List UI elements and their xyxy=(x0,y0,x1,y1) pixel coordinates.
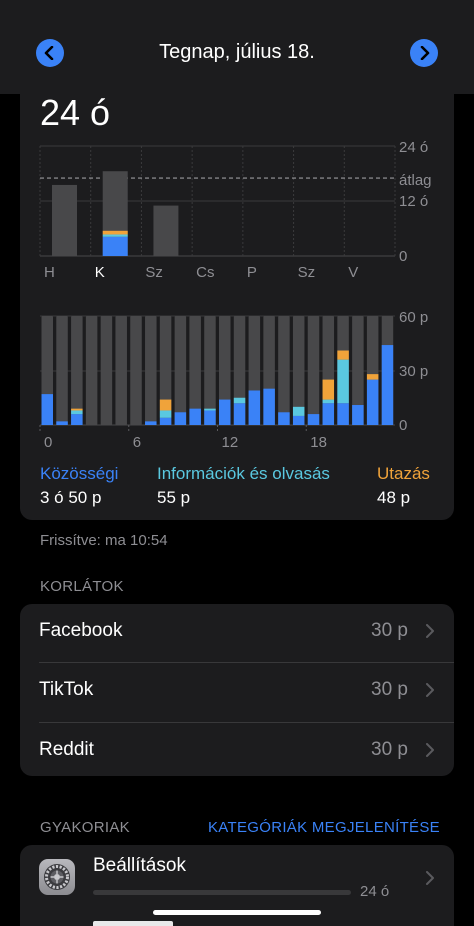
hour-bar-segment xyxy=(322,403,335,425)
hour-bar-segment xyxy=(322,399,335,404)
hour-bar-segment xyxy=(292,415,305,425)
chevron-right-icon xyxy=(426,683,434,697)
legend-social-label: Közösségi xyxy=(40,464,119,483)
hour-bar-segment xyxy=(204,410,216,425)
hour-bar-segment xyxy=(219,399,231,425)
limit-row-reddit[interactable]: Reddit 30 p xyxy=(20,722,454,781)
hour-bar-segment xyxy=(352,405,364,425)
hour-bar-background xyxy=(115,316,127,425)
chevron-right-icon xyxy=(426,743,434,757)
limits-section-title: KORLÁTOK xyxy=(40,578,124,595)
hour-bar-segment xyxy=(366,374,379,380)
hour-tick-label: 0 xyxy=(44,434,52,451)
hour-bar-segment xyxy=(159,399,172,411)
frequent-app-name: Beállítások xyxy=(93,855,186,876)
next-app-row-partial xyxy=(93,918,223,926)
hour-bar-segment xyxy=(263,388,275,425)
hour-tick-label: 12 xyxy=(222,434,239,451)
settings-gear-icon xyxy=(39,859,75,895)
hour-tick-label: 18 xyxy=(310,434,327,451)
hour-bar-segment xyxy=(233,403,246,425)
frequent-app-row[interactable]: Beállítások 24 ó xyxy=(20,845,454,915)
legend-travel-value: 48 p xyxy=(377,488,411,507)
y-axis-label: 60 p xyxy=(399,309,428,326)
hour-bar-segment xyxy=(204,408,216,411)
hour-bar-background xyxy=(174,316,187,425)
hour-bar-segment xyxy=(381,345,394,425)
chevron-right-icon xyxy=(426,871,434,885)
hour-bar-segment xyxy=(159,410,172,418)
legend-social-value: 3 ó 50 p xyxy=(40,488,102,507)
hour-bar-segment xyxy=(71,410,83,415)
hour-bar-segment xyxy=(71,414,83,425)
hour-bar-segment xyxy=(278,412,290,425)
hour-bar-segment xyxy=(71,408,83,411)
hour-tick-label: 6 xyxy=(133,434,141,451)
hour-bar-segment xyxy=(307,414,320,425)
frequent-section-title: GYAKORIAK xyxy=(40,819,130,836)
limit-app-name: Reddit xyxy=(39,739,94,760)
y-axis-label: 30 p xyxy=(399,363,428,380)
hour-bar-segment xyxy=(292,406,305,416)
hour-bar-segment xyxy=(337,350,349,360)
hour-bar-segment xyxy=(56,421,68,425)
hour-bar-background xyxy=(145,316,157,425)
limit-app-value: 30 p xyxy=(371,739,408,760)
frequent-app-value: 24 ó xyxy=(360,883,390,900)
hour-bar-background xyxy=(130,316,142,425)
limit-row-facebook[interactable]: Facebook 30 p xyxy=(20,603,454,662)
hour-bar-segment xyxy=(248,390,261,425)
last-updated-text: Frissítve: ma 10:54 xyxy=(40,532,168,549)
hourly-usage-chart: 0 6 12 18 60 p 30 p 0 xyxy=(39,309,428,451)
show-categories-link[interactable]: KATEGÓRIÁK MEGJELENÍTÉSE xyxy=(208,819,440,836)
legend-info-label: Információk és olvasás xyxy=(157,464,330,483)
limit-app-value: 30 p xyxy=(371,679,408,700)
hour-bar-background xyxy=(56,316,68,425)
hour-bar-segment xyxy=(233,397,246,404)
hour-bar-segment xyxy=(174,412,187,425)
y-axis-label: 0 xyxy=(399,417,407,434)
legend-info-value: 55 p xyxy=(157,488,191,507)
hour-bar-segment xyxy=(159,417,172,425)
hour-bar-background xyxy=(278,316,290,425)
hour-bar-segment xyxy=(322,379,335,400)
limit-app-name: TikTok xyxy=(39,679,94,700)
hour-bar-segment xyxy=(41,394,53,425)
legend-travel-label: Utazás xyxy=(377,464,430,483)
hour-bar-background xyxy=(307,316,320,425)
hour-bar-segment xyxy=(145,421,157,425)
hour-bar-segment xyxy=(337,359,349,404)
chevron-right-icon xyxy=(426,624,434,638)
limit-app-value: 30 p xyxy=(371,620,408,641)
limit-row-tiktok[interactable]: TikTok 30 p xyxy=(20,662,454,721)
hour-bar-segment xyxy=(366,379,379,425)
home-indicator xyxy=(153,910,321,915)
hour-bar-background xyxy=(100,316,113,425)
hour-bar-segment xyxy=(189,408,201,425)
app-usage-bar xyxy=(93,890,351,895)
hour-bar-background xyxy=(85,316,98,425)
hour-bar-segment xyxy=(337,403,349,425)
limit-app-name: Facebook xyxy=(39,620,123,641)
